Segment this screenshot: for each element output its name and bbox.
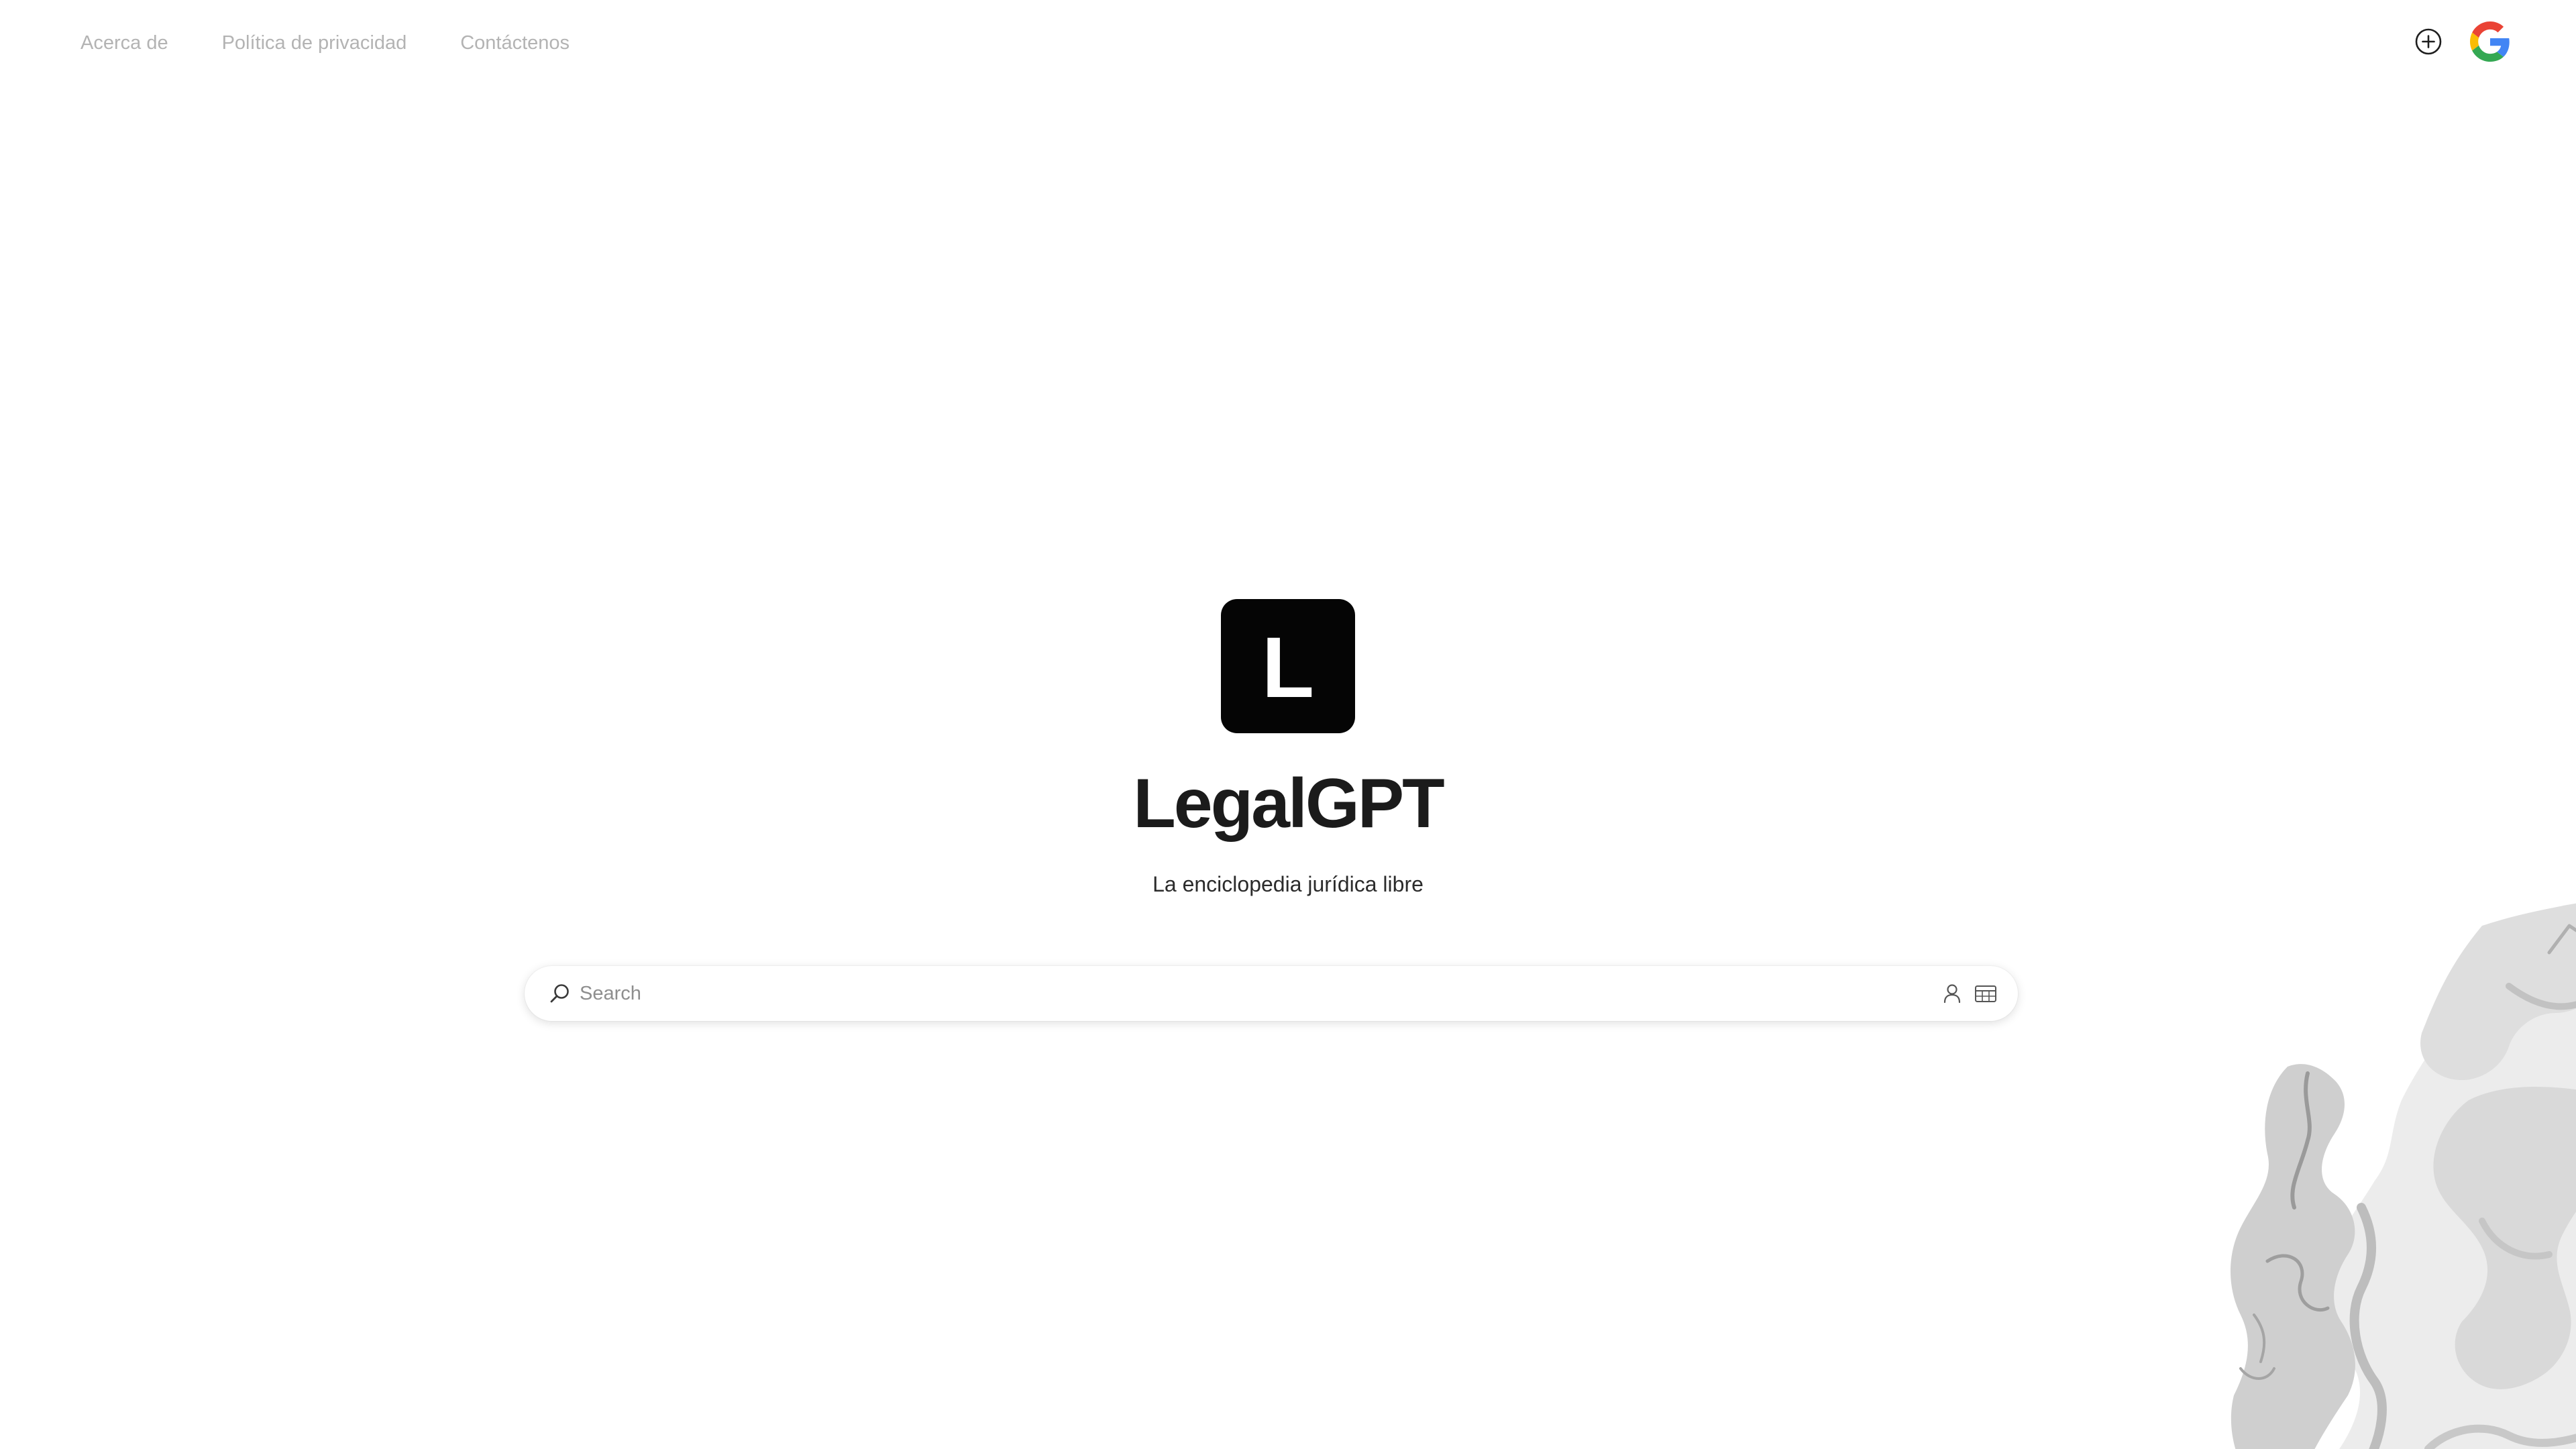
page: Acerca de Política de privacidad Contáct… xyxy=(0,0,2576,1449)
tagline: La enciclopedia jurídica libre xyxy=(1152,872,1424,896)
table-icon[interactable] xyxy=(1974,981,1998,1006)
search-input[interactable] xyxy=(578,973,1940,1014)
person-icon[interactable] xyxy=(1940,981,1964,1006)
nav-link-contact[interactable]: Contáctenos xyxy=(460,30,570,56)
nav-actions xyxy=(2414,21,2510,62)
puzzle-globe-decoration xyxy=(2133,899,2576,1449)
logo-letter: L xyxy=(1261,620,1315,716)
logo-tile: L xyxy=(1221,599,1355,733)
search-bar xyxy=(525,966,2018,1021)
nav-link-privacy-policy[interactable]: Política de privacidad xyxy=(222,30,407,56)
plus-circle-icon[interactable] xyxy=(2414,27,2443,56)
google-logo-icon[interactable] xyxy=(2470,21,2510,62)
nav-link-about[interactable]: Acerca de xyxy=(80,30,168,56)
brand-title: LegalGPT xyxy=(1133,765,1444,843)
nav-links: Acerca de Política de privacidad Contáct… xyxy=(80,30,570,56)
search-icon xyxy=(547,981,572,1006)
search-tools xyxy=(1940,981,1998,1006)
top-navigation: Acerca de Política de privacidad Contáct… xyxy=(0,0,2576,86)
